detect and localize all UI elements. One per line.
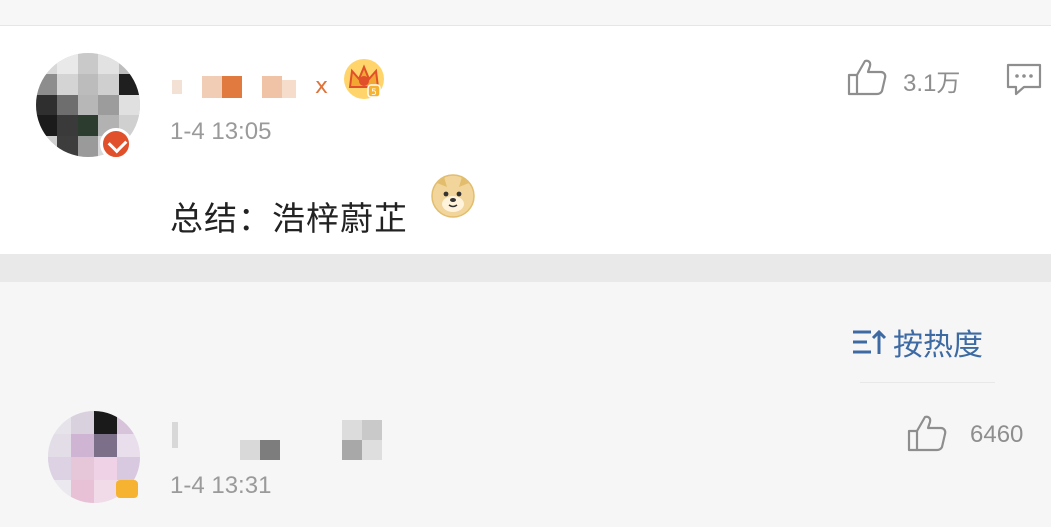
- section-divider: [0, 254, 1051, 282]
- username-redacted[interactable]: [172, 420, 392, 464]
- svg-text:5: 5: [371, 88, 377, 98]
- vip-badge-icon: [116, 480, 138, 498]
- vip-crown-icon: 5: [344, 59, 384, 99]
- doge-emoji-icon: [431, 174, 475, 218]
- verified-badge-icon: [100, 128, 132, 160]
- like-icon[interactable]: [906, 413, 948, 453]
- timestamp: 1-4 13:05: [170, 118, 272, 145]
- timestamp: 1-4 13:31: [170, 472, 272, 499]
- comment-icon[interactable]: [1004, 61, 1044, 97]
- sort-icon: [853, 329, 887, 354]
- comment-card: [0, 26, 1051, 254]
- like-count: 3.1万: [903, 70, 961, 97]
- like-count: 6460: [970, 421, 1024, 448]
- sort-by-hot-button[interactable]: 按热度: [851, 322, 983, 363]
- top-strip: [0, 0, 1051, 25]
- comment-text: 总结：浩梓蔚芷: [170, 199, 408, 238]
- divider: [860, 382, 995, 383]
- like-icon[interactable]: [846, 57, 888, 97]
- comment-card: [0, 282, 1051, 527]
- sort-label: 按热度: [893, 328, 983, 363]
- username-suffix: x: [315, 74, 329, 99]
- username-redacted[interactable]: [172, 74, 322, 100]
